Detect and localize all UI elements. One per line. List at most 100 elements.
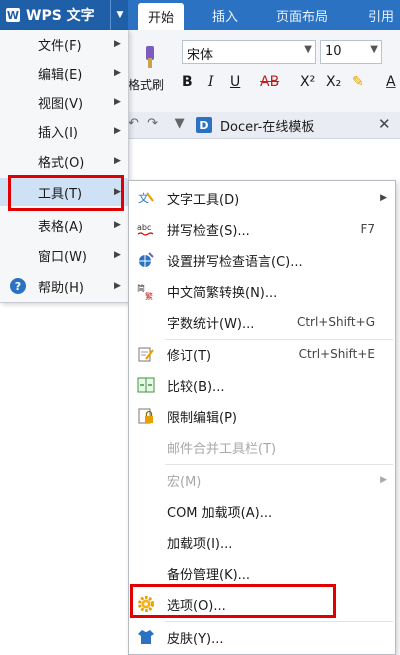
submenu-item-label: 加载项(I)... <box>167 536 233 552</box>
svg-text:简: 简 <box>137 283 145 293</box>
tab-insert[interactable]: 插入 <box>212 0 238 30</box>
bold-button[interactable]: B <box>182 72 193 92</box>
menu-item-label: 表格(A) <box>38 219 84 235</box>
submenu-item-label: 修订(T) <box>167 348 212 364</box>
menu-item-file[interactable]: 文件(F) ▶ <box>0 30 128 58</box>
chevron-right-icon: ▶ <box>380 193 387 203</box>
submenu-item-label: 设置拼写检查语言(C)... <box>167 254 303 270</box>
format-painter-icon[interactable] <box>132 44 162 72</box>
spell-language-icon <box>137 251 155 269</box>
highlight-box-options <box>130 584 336 618</box>
submenu-item-label: 邮件合并工具栏(T) <box>167 441 277 457</box>
close-icon[interactable]: ✕ <box>378 115 391 133</box>
submenu-item-com-addins[interactable]: COM 加载项(A)... <box>129 496 395 526</box>
chinese-convert-icon: 简繁 <box>137 282 155 300</box>
spell-check-icon: abc <box>137 220 155 238</box>
underline-button[interactable]: U <box>230 72 240 92</box>
shortcut-label: Ctrl+Shift+G <box>296 315 375 329</box>
submenu-item-spell-check[interactable]: abc 拼写检查(S)... F7 <box>129 214 395 244</box>
menu-item-label: 窗口(W) <box>38 249 87 265</box>
menu-item-view[interactable]: 视图(V) ▶ <box>0 88 128 116</box>
submenu-item-label: 宏(M) <box>167 474 202 490</box>
font-name-select[interactable]: 宋体 ▼ <box>182 40 316 64</box>
submenu-item-label: 文字工具(D) <box>167 192 240 208</box>
tab-home[interactable]: 开始 <box>138 3 185 30</box>
subscript-button[interactable]: X₂ <box>326 72 341 92</box>
docer-icon: D <box>196 117 212 133</box>
tab-references[interactable]: 引用 <box>368 0 394 30</box>
chevron-down-icon[interactable]: ▼ <box>110 0 129 30</box>
submenu-item-revision[interactable]: 修订(T) Ctrl+Shift+E <box>129 339 395 369</box>
shortcut-label: F7 <box>360 222 375 236</box>
chevron-right-icon: ▶ <box>114 250 121 260</box>
redo-icon[interactable]: ↷ <box>147 116 158 131</box>
docer-document-tab[interactable]: D Docer-在线模板 <box>196 113 314 137</box>
svg-text:abc: abc <box>137 223 151 232</box>
chevron-right-icon: ▶ <box>114 68 121 78</box>
submenu-item-label: 中文简繁转换(N)... <box>167 285 278 301</box>
menu-item-label: 帮助(H) <box>38 280 84 296</box>
menu-item-label: 格式(O) <box>38 155 85 171</box>
strikethrough-button[interactable]: AB <box>260 72 279 92</box>
wps-menu-label: WPS 文字 <box>26 8 95 24</box>
text-tools-icon: 文 <box>137 189 155 207</box>
submenu-item-skin[interactable]: 皮肤(Y)... <box>129 622 395 652</box>
menu-item-window[interactable]: 窗口(W) ▶ <box>0 241 128 269</box>
submenu-item-chinese-convert[interactable]: 简繁 中文简繁转换(N)... <box>129 276 395 306</box>
format-painter-label[interactable]: 格式刷 <box>128 76 164 93</box>
skin-icon <box>137 628 155 646</box>
submenu-item-label: COM 加载项(A)... <box>167 505 273 521</box>
chevron-right-icon: ▶ <box>114 156 121 166</box>
menu-item-insert[interactable]: 插入(I) ▶ <box>0 117 128 145</box>
chevron-right-icon: ▶ <box>114 281 121 291</box>
undo-icon[interactable]: ↶ <box>128 116 139 131</box>
menu-item-help[interactable]: ? 帮助(H) ▶ <box>0 272 128 300</box>
chevron-right-icon: ▶ <box>114 97 121 107</box>
font-size-value: 10 <box>325 44 342 59</box>
font-name-value: 宋体 <box>187 48 214 63</box>
restrict-edit-icon <box>137 407 155 425</box>
help-icon: ? <box>10 278 26 294</box>
chevron-right-icon: ▶ <box>380 475 387 485</box>
submenu-item-text-tools[interactable]: 文 文字工具(D) ▶ <box>129 183 395 213</box>
font-size-select[interactable]: 10 ▼ <box>320 40 382 64</box>
wps-logo-icon: W <box>6 8 20 22</box>
chevron-down-icon[interactable]: ▼ <box>175 116 185 131</box>
menu-item-label: 视图(V) <box>38 96 84 112</box>
submenu-item-label: 备份管理(K)... <box>167 567 251 583</box>
submenu-item-compare[interactable]: 比较(B)... <box>129 370 395 400</box>
wps-menu-button[interactable]: W WPS 文字 ▼ <box>0 0 128 30</box>
submenu-item-addins[interactable]: 加载项(I)... <box>129 527 395 557</box>
submenu-item-label: 字数统计(W)... <box>167 316 255 332</box>
chevron-right-icon: ▶ <box>114 126 121 136</box>
submenu-item-mail-merge-toolbar: 邮件合并工具栏(T) <box>129 432 395 462</box>
superscript-button[interactable]: X² <box>300 72 315 92</box>
docer-tab-label: Docer-在线模板 <box>220 119 315 135</box>
shortcut-label: Ctrl+Shift+E <box>298 347 375 361</box>
submenu-item-restrict-edit[interactable]: 限制编辑(P) <box>129 401 395 431</box>
chevron-down-icon: ▼ <box>370 44 378 55</box>
menu-item-label: 编辑(E) <box>38 67 83 83</box>
menu-item-table[interactable]: 表格(A) ▶ <box>0 211 128 239</box>
highlight-icon[interactable]: ✎ <box>352 72 364 92</box>
submenu-item-word-count[interactable]: 字数统计(W)... Ctrl+Shift+G <box>129 307 395 337</box>
submenu-item-label: 限制编辑(P) <box>167 410 237 426</box>
menu-item-label: 插入(I) <box>38 125 78 141</box>
compare-icon <box>137 376 155 394</box>
revision-icon <box>137 345 155 363</box>
italic-button[interactable]: I <box>208 72 214 92</box>
font-color-button[interactable]: A <box>386 72 396 92</box>
wps-main-menu: 文件(F) ▶ 编辑(E) ▶ 视图(V) ▶ 插入(I) ▶ 格式(O) ▶ … <box>0 30 129 303</box>
tab-page-layout[interactable]: 页面布局 <box>276 0 328 30</box>
menu-item-format[interactable]: 格式(O) ▶ <box>0 147 128 175</box>
chevron-right-icon: ▶ <box>114 39 121 49</box>
submenu-item-spell-language[interactable]: 设置拼写检查语言(C)... <box>129 245 395 275</box>
menu-item-edit[interactable]: 编辑(E) ▶ <box>0 59 128 87</box>
chevron-right-icon: ▶ <box>114 220 121 230</box>
highlight-box-tools <box>8 175 124 211</box>
submenu-item-label: 比较(B)... <box>167 379 225 395</box>
undo-redo-group[interactable]: ↶ ↷ ▼ <box>128 116 185 131</box>
chevron-down-icon: ▼ <box>304 44 312 55</box>
submenu-item-label: 皮肤(Y)... <box>167 631 224 647</box>
menu-item-label: 文件(F) <box>38 38 82 54</box>
